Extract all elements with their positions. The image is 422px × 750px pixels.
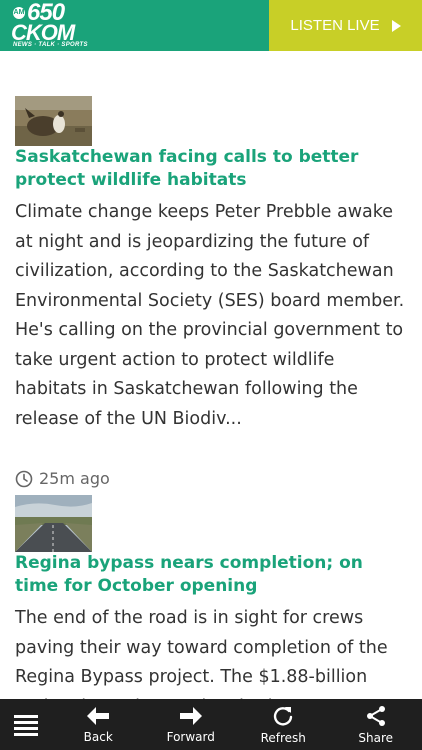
share-icon xyxy=(366,705,385,726)
article-summary: The end of the road is in sight for crew… xyxy=(15,608,388,699)
logo-tagline: NEWS · TALK · SPORTS xyxy=(13,42,88,48)
listen-live-button[interactable]: LISTEN LIVE xyxy=(269,0,422,51)
article-card[interactable]: Saskatchewan facing calls to better prot… xyxy=(15,96,410,434)
forward-button[interactable]: Forward xyxy=(145,699,238,750)
article-headline[interactable]: Saskatchewan facing calls to better prot… xyxy=(15,146,410,192)
listen-live-label: LISTEN LIVE xyxy=(290,17,380,34)
refresh-label: Refresh xyxy=(260,730,306,745)
play-icon xyxy=(391,19,401,32)
article-card[interactable]: Regina bypass nears completion; on time … xyxy=(15,495,410,699)
bottom-toolbar: Back Forward Refresh Share xyxy=(0,699,422,750)
app-header: AM 650 CKOM NEWS · TALK · SPORTS LISTEN … xyxy=(0,0,422,51)
refresh-button[interactable]: Refresh xyxy=(237,699,330,750)
back-label: Back xyxy=(83,729,113,744)
article-time-label: 25m ago xyxy=(39,469,110,488)
logo-am-badge: AM xyxy=(13,7,25,19)
back-arrow-icon xyxy=(87,706,110,725)
forward-arrow-icon xyxy=(179,706,202,725)
forward-label: Forward xyxy=(166,729,215,744)
article-thumbnail-grouse[interactable] xyxy=(15,96,92,146)
article-summary: Climate change keeps Peter Prebble awake… xyxy=(15,202,405,429)
share-button[interactable]: Share xyxy=(330,699,422,750)
article-headline[interactable]: Regina bypass nears completion; on time … xyxy=(15,552,410,598)
refresh-icon xyxy=(274,706,293,726)
menu-button[interactable] xyxy=(0,699,52,750)
article-thumbnail-highway[interactable] xyxy=(15,495,92,552)
news-feed[interactable]: Saskatchewan facing calls to better prot… xyxy=(0,51,422,699)
menu-icon xyxy=(14,714,38,736)
share-label: Share xyxy=(358,730,394,745)
clock-icon xyxy=(15,470,33,487)
article-timestamp: 25m ago xyxy=(15,469,110,488)
back-button[interactable]: Back xyxy=(52,699,145,750)
station-logo[interactable]: AM 650 CKOM NEWS · TALK · SPORTS xyxy=(0,0,269,51)
